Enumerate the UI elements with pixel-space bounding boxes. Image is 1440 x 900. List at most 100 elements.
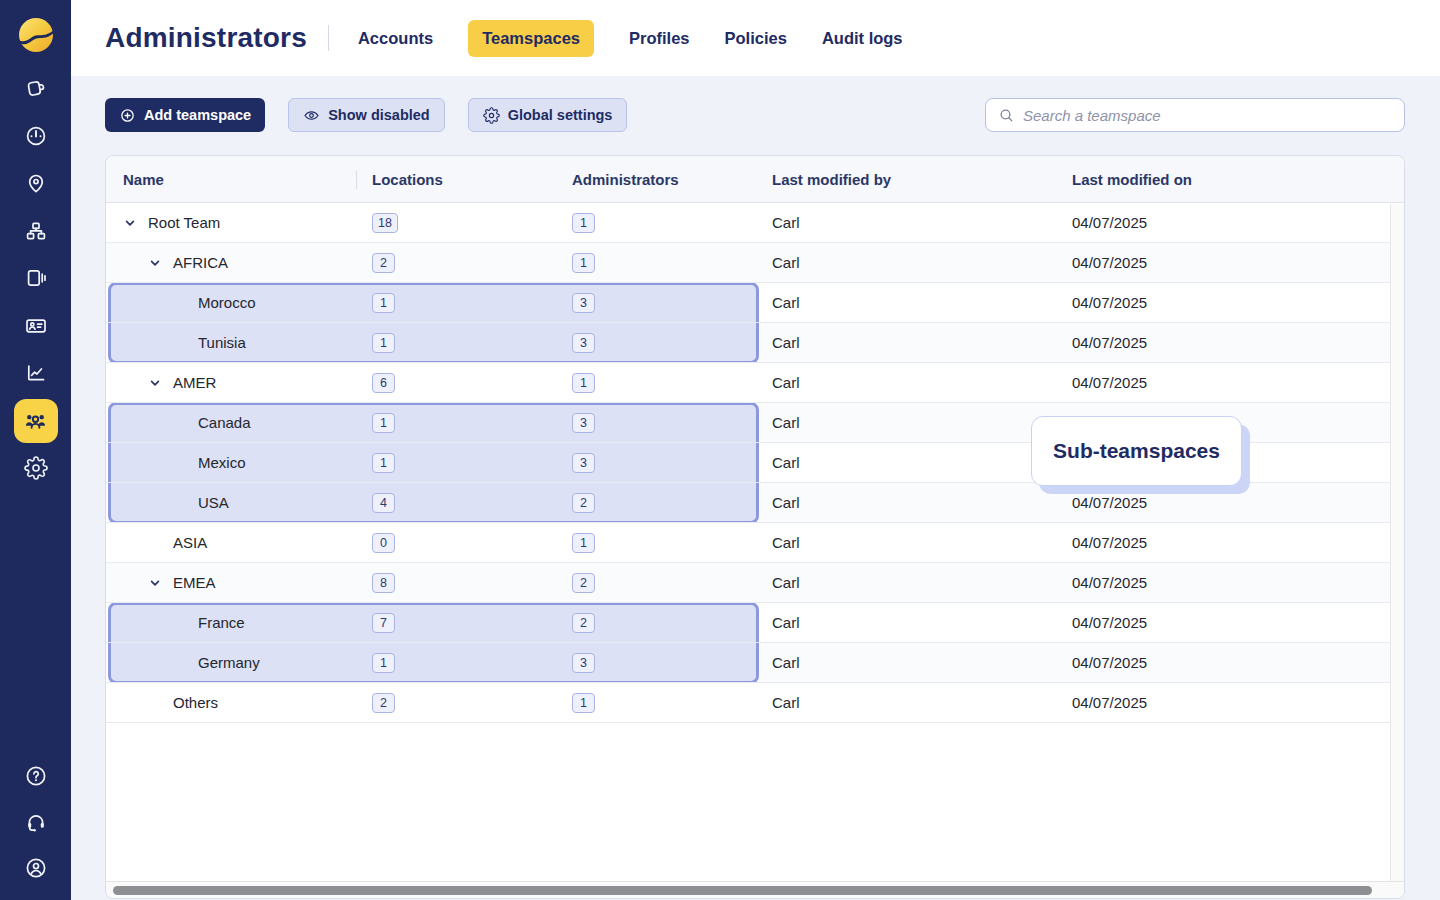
last-modified-by: Carl (756, 614, 1056, 631)
workspace-icon (24, 76, 48, 100)
kiosk-icon (24, 266, 48, 290)
contact-card-icon (24, 314, 48, 338)
tab-audit-logs[interactable]: Audit logs (822, 20, 903, 57)
locations-count-badge: 2 (372, 253, 395, 273)
horizontal-scrollbar[interactable] (106, 881, 1404, 898)
brand-logo[interactable] (18, 17, 54, 53)
teamspace-name: AMER (173, 374, 216, 391)
table-row[interactable]: France72Carl04/07/2025 (106, 603, 1390, 643)
show-disabled-label: Show disabled (328, 107, 430, 123)
column-header-last-modified-by[interactable]: Last modified by (756, 171, 1056, 188)
last-modified-on: 04/07/2025 (1056, 654, 1390, 671)
sidebar-item-hierarchy[interactable] (14, 209, 58, 253)
sidebar-item-administrators[interactable] (14, 399, 58, 443)
locations-count-badge: 1 (372, 453, 395, 473)
page-title: Administrators (105, 22, 307, 54)
column-header-administrators[interactable]: Administrators (556, 171, 756, 188)
last-modified-by: Carl (756, 454, 1056, 471)
table-row[interactable]: Tunisia13Carl04/07/2025 (106, 323, 1390, 363)
last-modified-on: 04/07/2025 (1056, 494, 1390, 511)
global-settings-label: Global settings (508, 107, 613, 123)
global-settings-button[interactable]: Global settings (468, 98, 628, 132)
table-row[interactable]: Root Team181Carl04/07/2025 (106, 203, 1390, 243)
column-header-name[interactable]: Name (106, 171, 356, 188)
table-row[interactable]: EMEA82Carl04/07/2025 (106, 563, 1390, 603)
add-teamspace-label: Add teamspace (144, 107, 251, 123)
locations-count-badge: 1 (372, 413, 395, 433)
sidebar-item-analytics[interactable] (14, 351, 58, 395)
sidebar-item-kiosk[interactable] (14, 256, 58, 300)
last-modified-on: 04/07/2025 (1056, 614, 1390, 631)
horizontal-scrollbar-thumb[interactable] (113, 886, 1372, 895)
teamspace-name: Morocco (198, 294, 256, 311)
table-row[interactable]: ASIA01Carl04/07/2025 (106, 523, 1390, 563)
last-modified-by: Carl (756, 294, 1056, 311)
sidebar-item-workspace[interactable] (14, 66, 58, 110)
content: Add teamspace Show disabled Global setti… (71, 76, 1440, 900)
table-row[interactable]: AMER61Carl04/07/2025 (106, 363, 1390, 403)
last-modified-by: Carl (756, 334, 1056, 351)
table-row[interactable]: Others21Carl04/07/2025 (106, 683, 1390, 723)
last-modified-on: 04/07/2025 (1056, 294, 1390, 311)
locations-count-badge: 7 (372, 613, 395, 633)
last-modified-by: Carl (756, 414, 1056, 431)
locations-count-badge: 1 (372, 293, 395, 313)
administrators-count-badge: 1 (572, 533, 595, 553)
teamspace-name: AFRICA (173, 254, 228, 271)
gear-icon (483, 107, 500, 124)
last-modified-on: 04/07/2025 (1056, 374, 1390, 391)
column-header-last-modified-on[interactable]: Last modified on (1056, 171, 1390, 188)
last-modified-by: Carl (756, 654, 1056, 671)
tab-accounts[interactable]: Accounts (358, 20, 433, 57)
teamspace-name: Canada (198, 414, 251, 431)
chevron-down-icon[interactable] (123, 216, 148, 230)
table-row[interactable]: Germany13Carl04/07/2025 (106, 643, 1390, 683)
dashboard-icon (24, 124, 48, 148)
teamspace-name: EMEA (173, 574, 216, 591)
chevron-down-icon[interactable] (148, 576, 173, 590)
vertical-scrollbar[interactable] (1390, 204, 1404, 881)
sidebar-item-support[interactable] (14, 802, 58, 842)
table-header: Name Locations Administrators Last modif… (106, 156, 1404, 203)
tab-policies[interactable]: Policies (725, 20, 787, 57)
column-header-locations[interactable]: Locations (356, 171, 556, 188)
chevron-down-icon[interactable] (148, 376, 173, 390)
search-icon (998, 107, 1015, 124)
sidebar-item-settings[interactable] (14, 446, 58, 490)
column-resize-handle[interactable] (356, 170, 357, 189)
last-modified-on: 04/07/2025 (1056, 574, 1390, 591)
sidebar (0, 0, 71, 900)
plus-circle-icon (119, 107, 136, 124)
sidebar-item-help[interactable] (14, 756, 58, 796)
sidebar-item-locations[interactable] (14, 161, 58, 205)
app-root: Administrators Accounts Teamspaces Profile… (0, 0, 1440, 900)
administrators-count-badge: 2 (572, 573, 595, 593)
last-modified-on: 04/07/2025 (1056, 334, 1390, 351)
chevron-down-icon[interactable] (148, 256, 173, 270)
sidebar-item-dashboard[interactable] (14, 114, 58, 158)
eye-icon (303, 107, 320, 124)
sidebar-item-contact-card[interactable] (14, 304, 58, 348)
account-icon (24, 856, 48, 880)
table-row[interactable]: Morocco13Carl04/07/2025 (106, 283, 1390, 323)
last-modified-by: Carl (756, 494, 1056, 511)
tab-teamspaces[interactable]: Teamspaces (468, 20, 594, 57)
administrators-count-badge: 1 (572, 373, 595, 393)
show-disabled-button[interactable]: Show disabled (288, 98, 445, 132)
tab-profiles[interactable]: Profiles (629, 20, 690, 57)
last-modified-on: 04/07/2025 (1056, 254, 1390, 271)
add-teamspace-button[interactable]: Add teamspace (105, 98, 265, 132)
administrators-count-badge: 2 (572, 493, 595, 513)
analytics-icon (24, 361, 48, 385)
sidebar-item-account[interactable] (14, 848, 58, 888)
topbar: Administrators Accounts Teamspaces Profile… (71, 0, 1440, 76)
administrators-count-badge: 1 (572, 213, 595, 233)
administrators-count-badge: 3 (572, 653, 595, 673)
locations-count-badge: 1 (372, 653, 395, 673)
last-modified-on: 04/07/2025 (1056, 694, 1390, 711)
table-row[interactable]: USA42Carl04/07/2025 (106, 483, 1390, 523)
table-row[interactable]: AFRICA21Carl04/07/2025 (106, 243, 1390, 283)
search-input[interactable] (1023, 107, 1392, 124)
last-modified-by: Carl (756, 574, 1056, 591)
administrators-icon (22, 407, 49, 434)
